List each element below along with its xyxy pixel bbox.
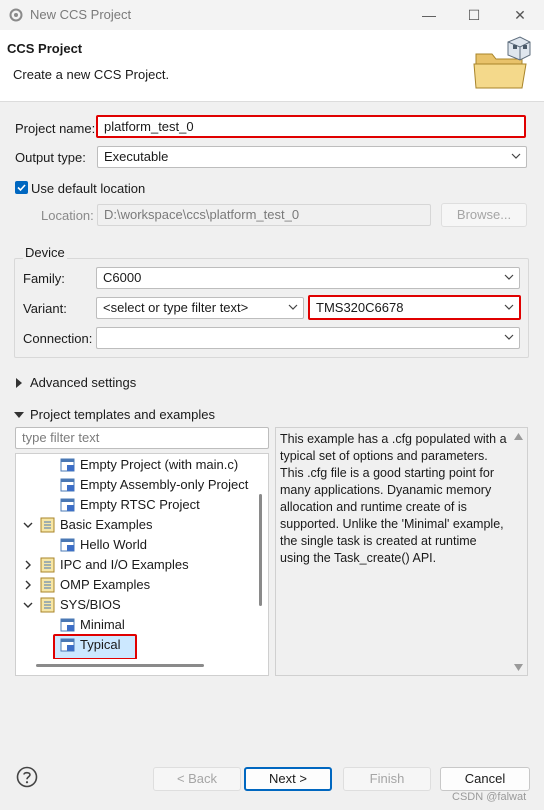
project-template-icon (60, 618, 75, 632)
example-folder-icon (40, 577, 55, 593)
project-name-label: Project name: (15, 121, 96, 136)
tree-item-sys-bios[interactable]: SYS/BIOS (16, 595, 256, 615)
chevron-down-icon (504, 334, 514, 340)
connection-select[interactable] (96, 327, 520, 349)
tree-item-basic-examples[interactable]: Basic Examples (16, 515, 256, 535)
page-subtitle: Create a new CCS Project. (13, 67, 170, 82)
chevron-down-icon (511, 153, 521, 159)
project-template-icon (60, 538, 75, 552)
tree-item-label: Hello World (80, 537, 147, 552)
scroll-down-icon[interactable] (514, 664, 523, 671)
family-label: Family: (23, 271, 65, 286)
watermark-text: CSDN @falwat (452, 791, 527, 803)
use-default-location-checkbox[interactable] (15, 181, 28, 194)
output-type-value: Executable (104, 149, 169, 164)
project-template-icon (60, 638, 75, 652)
tree-viewport: Empty Project (with main.c) Empty Assemb… (16, 454, 268, 659)
project-template-icon (60, 478, 75, 492)
tree-item-omp-examples[interactable]: OMP Examples (16, 575, 256, 595)
project-template-icon (60, 498, 75, 512)
tree-item-empty-project-main-c[interactable]: Empty Project (with main.c) (16, 455, 256, 475)
project-template-icon (60, 458, 75, 472)
tree-item-hello-world[interactable]: Hello World (16, 535, 256, 555)
tree-item-label: Minimal (80, 617, 125, 632)
horizontal-scrollbar-thumb[interactable] (36, 664, 204, 667)
templates-label: Project templates and examples (30, 407, 215, 422)
tree-item-empty-rtsc-project[interactable]: Empty RTSC Project (16, 495, 256, 515)
minimize-button[interactable]: — (418, 4, 440, 26)
wizard-header: CCS Project Create a new CCS Project. (0, 30, 544, 102)
family-select[interactable]: C6000 (96, 267, 520, 289)
browse-button[interactable]: Browse... (441, 203, 527, 227)
chevron-right-icon (16, 378, 22, 388)
example-folder-icon (40, 557, 55, 573)
connection-label: Connection: (23, 331, 93, 346)
variant-label: Variant: (23, 301, 67, 316)
family-value: C6000 (103, 270, 142, 285)
vertical-scrollbar-thumb[interactable] (259, 494, 262, 606)
output-type-select[interactable]: Executable (97, 146, 527, 168)
location-label: Location: (41, 208, 94, 223)
tree-item-label: SYS/BIOS (60, 597, 121, 612)
location-input[interactable]: D:\workspace\ccs\platform_test_0 (97, 204, 431, 226)
variant-filter-placeholder: <select or type filter text> (103, 300, 249, 315)
checkmark-icon (17, 184, 26, 192)
tree-item-label: Basic Examples (60, 517, 153, 532)
window-title: New CCS Project (30, 7, 132, 22)
advanced-settings-toggle[interactable]: Advanced settings (14, 374, 214, 392)
scroll-up-icon[interactable] (514, 433, 523, 440)
finish-button[interactable]: Finish (343, 767, 431, 791)
chevron-down-icon[interactable] (23, 520, 33, 530)
chevron-down-icon (288, 304, 298, 310)
back-button[interactable]: < Back (153, 767, 241, 791)
templates-toggle[interactable]: Project templates and examples (14, 406, 274, 424)
tree-item-ipc-io-examples[interactable]: IPC and I/O Examples (16, 555, 256, 575)
use-default-location-label[interactable]: Use default location (31, 181, 145, 196)
advanced-settings-label: Advanced settings (30, 375, 137, 390)
chevron-down-icon (504, 274, 514, 280)
eclipse-gear-icon (9, 8, 23, 22)
device-group-label: Device (23, 245, 67, 260)
next-button[interactable]: Next > (244, 767, 332, 791)
output-type-label: Output type: (15, 150, 86, 165)
example-folder-icon (40, 517, 55, 533)
chevron-right-icon[interactable] (23, 560, 33, 570)
tree-item-typical[interactable]: Typical (53, 634, 137, 659)
variant-value: TMS320C6678 (316, 300, 404, 315)
template-tree[interactable]: Empty Project (with main.c) Empty Assemb… (15, 453, 269, 676)
close-button[interactable]: ✕ (509, 4, 531, 26)
tree-item-label: Typical (80, 637, 121, 652)
project-name-input[interactable]: platform_test_0 (96, 115, 526, 138)
variant-filter-select[interactable]: <select or type filter text> (96, 297, 304, 319)
variant-select[interactable]: TMS320C6678 (308, 295, 521, 320)
maximize-button[interactable]: ☐ (463, 4, 485, 26)
tree-item-empty-assembly-project[interactable]: Empty Assembly-only Project (16, 475, 256, 495)
folder-cube-icon (473, 36, 531, 89)
chevron-down-icon (504, 304, 514, 310)
help-question-icon[interactable] (16, 766, 38, 788)
example-folder-icon (40, 597, 55, 613)
template-filter-input[interactable]: type filter text (15, 427, 269, 449)
page-title: CCS Project (7, 41, 83, 56)
chevron-down-icon (14, 412, 24, 418)
tree-item-label: Empty RTSC Project (80, 497, 200, 512)
cancel-button[interactable]: Cancel (440, 767, 530, 791)
tree-item-minimal[interactable]: Minimal (16, 615, 256, 635)
chevron-down-icon[interactable] (23, 600, 33, 610)
title-bar: New CCS Project — ☐ ✕ (0, 0, 544, 30)
tree-item-label: Empty Assembly-only Project (80, 477, 249, 492)
template-description-panel: This example has a .cfg populated with a… (275, 427, 528, 676)
tree-item-label: IPC and I/O Examples (60, 557, 189, 572)
chevron-right-icon[interactable] (23, 580, 33, 590)
tree-item-label: Empty Project (with main.c) (80, 457, 239, 472)
tree-item-label: OMP Examples (60, 577, 151, 592)
template-description-text: This example has a .cfg populated with a… (280, 432, 507, 565)
